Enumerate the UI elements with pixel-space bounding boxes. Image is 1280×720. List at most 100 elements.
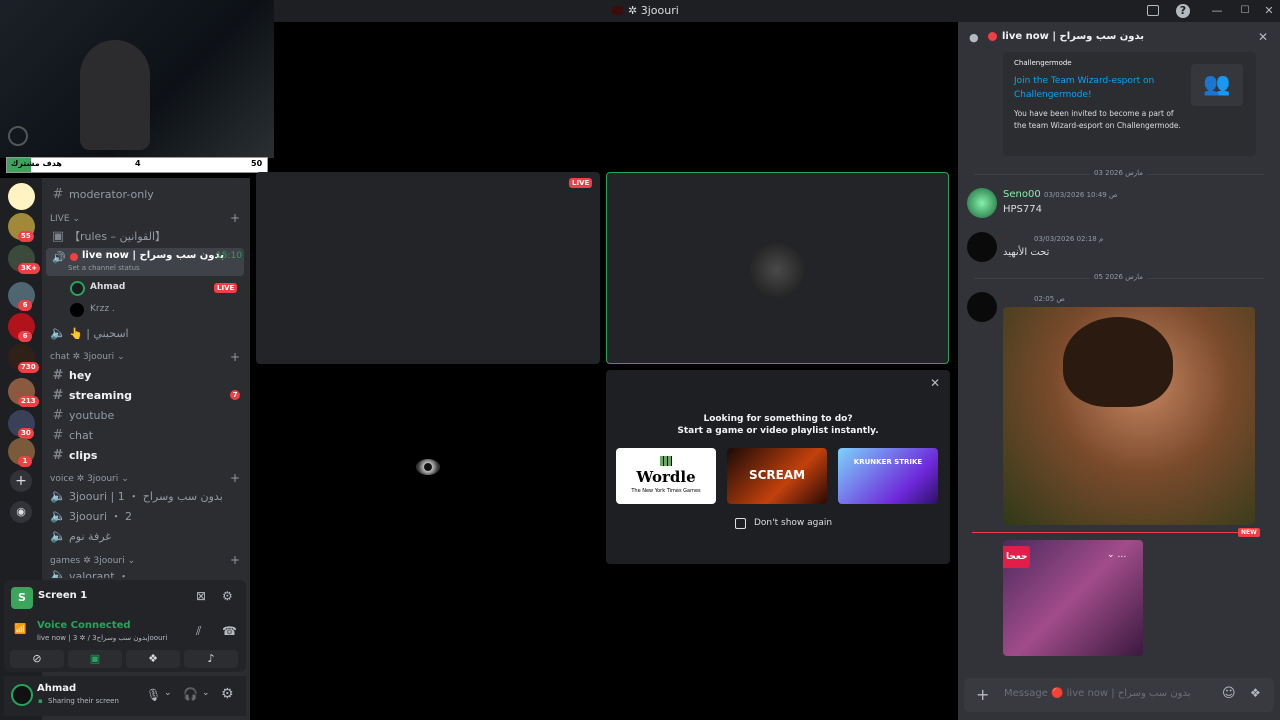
channel-chat[interactable]: # chat <box>50 425 246 445</box>
voice-channel-clap[interactable]: 🔈 👆 | اسحبني <box>50 323 246 343</box>
channel-label: youtube <box>69 408 115 422</box>
user-name: Krzz . <box>90 304 115 314</box>
add-server-icon[interactable]: + <box>10 470 32 492</box>
hash-icon: # <box>52 186 64 202</box>
activity-card-krunker[interactable]: KRUNKER STRIKE <box>838 448 938 504</box>
message-author[interactable]: · <box>1003 234 1006 245</box>
stream-tile-ahmad[interactable]: LIVE <box>256 172 600 364</box>
close-chat-icon[interactable]: ✕ <box>1258 30 1268 44</box>
screen-share-icon: S <box>11 587 33 609</box>
maximize-icon[interactable]: ☐ <box>1238 4 1252 18</box>
inbox-icon[interactable] <box>1147 5 1159 16</box>
microphone-icon[interactable]: 🎙 <box>146 688 161 702</box>
discover-icon[interactable]: ◉ <box>10 501 32 523</box>
channel-label: غرفة نوم <box>69 529 112 543</box>
stop-stream-icon[interactable]: ⊠ <box>196 589 206 603</box>
voice-tile-krzz[interactable] <box>256 370 600 564</box>
channel-label: 【rules – القوانين】 <box>69 230 167 243</box>
voice-channel-name[interactable]: live now | 3 ✲ / بدون سب وسراح3joouri <box>37 634 167 642</box>
speaker-icon: 🔈 <box>50 325 67 341</box>
message-timestamp: 03/03/2026 02:18 م <box>1034 235 1104 243</box>
gif-menu-icon[interactable]: ⌄ … <box>1107 550 1126 560</box>
set-status-link[interactable]: Set a channel status <box>68 264 140 272</box>
category-label: chat ✲ 3joouri <box>50 352 115 362</box>
add-channel-icon[interactable]: + <box>230 471 240 485</box>
card-title: SCREAM <box>748 468 806 482</box>
hash-icon: # <box>52 367 64 383</box>
voice-user-ahmad[interactable]: Ahmad LIVE <box>68 280 244 298</box>
close-window-icon[interactable]: ✕ <box>1262 4 1276 18</box>
add-channel-icon[interactable]: + <box>230 350 240 364</box>
message-author[interactable]: Seno00 <box>1003 189 1041 200</box>
avatar[interactable] <box>967 188 997 218</box>
category-label: games ✲ 3joouri <box>50 556 125 566</box>
noise-suppression-icon[interactable]: ⫽ <box>196 624 201 639</box>
voice-channel-2[interactable]: 🔈 3joouri ・ 2 <box>50 506 246 526</box>
channel-youtube[interactable]: # youtube <box>50 405 246 425</box>
channel-valorant[interactable]: 🔈 valorant ・ <box>50 568 246 578</box>
channel-clips[interactable]: # clips <box>50 445 246 465</box>
server-mention-badge: 6 <box>18 300 32 311</box>
close-icon[interactable]: ✕ <box>930 376 940 390</box>
eye-avatar-icon <box>416 459 440 475</box>
category-chat[interactable]: chat ✲ 3joouri ⌄ <box>50 352 125 362</box>
channel-label: hey <box>69 368 92 382</box>
stream-settings-icon[interactable]: ⚙ <box>222 589 233 603</box>
date-divider-label: 05 مارس 2026 <box>1090 273 1148 281</box>
message-author[interactable]: · <box>1003 294 1006 305</box>
server-mention-badge: 6 <box>18 331 32 342</box>
embed-title-link[interactable]: Join the Team Wizard-esport on Challenge… <box>1014 74 1174 102</box>
channel-label: streaming <box>69 388 133 402</box>
new-messages-line <box>972 532 1248 533</box>
channel-moderator-only[interactable]: # moderator-only <box>50 184 246 204</box>
voice-tile-speaking[interactable] <box>606 172 949 364</box>
activity-card-wordle[interactable]: Wordle The New York Times Games <box>616 448 716 504</box>
image-attachment[interactable] <box>1003 307 1255 525</box>
avatar[interactable] <box>967 292 997 322</box>
voice-status[interactable]: Voice Connected <box>37 620 131 631</box>
channel-label: chat <box>69 428 94 442</box>
add-channel-icon[interactable]: + <box>230 553 240 567</box>
message-composer[interactable]: + Message 🔴 live now | بدون سب وسراح ☺ ❖ <box>964 678 1274 712</box>
avatar[interactable] <box>967 232 997 262</box>
channel-rules[interactable]: ▣ 【rules – القوانين】 <box>50 226 246 246</box>
add-attachment-icon[interactable]: + <box>976 685 989 704</box>
composer-placeholder[interactable]: Message 🔴 live now | بدون سب وسراح <box>1004 688 1191 699</box>
voice-user-krzz[interactable]: Krzz . <box>68 302 244 318</box>
apps-icon[interactable]: ❖ <box>1250 686 1261 700</box>
category-live[interactable]: LIVE ⌄ <box>50 214 80 224</box>
dont-show-checkbox[interactable] <box>735 518 746 529</box>
activity-card-scream[interactable]: SCREAM <box>727 448 827 504</box>
category-games[interactable]: games ✲ 3joouri ⌄ <box>50 556 135 566</box>
help-icon[interactable]: ? <box>1176 4 1190 18</box>
soundboard-button[interactable]: ♪ <box>184 650 238 668</box>
screen-share-button[interactable]: ▣ <box>68 650 122 668</box>
voice-channel-1[interactable]: 🔈 3joouri | 1 ・ بدون سب وسراح <box>50 486 246 506</box>
channel-hey[interactable]: # hey <box>50 365 246 385</box>
signal-icon[interactable]: 📶 <box>14 624 26 635</box>
category-voice[interactable]: voice ✲ 3joouri ⌄ <box>50 474 129 484</box>
speaker-icon: 🔊 <box>52 251 66 264</box>
user-name[interactable]: Ahmad <box>37 683 76 694</box>
activities-button[interactable]: ❖ <box>126 650 180 668</box>
dont-show-label[interactable]: Don't show again <box>754 518 832 528</box>
channel-streaming[interactable]: # streaming 7 <box>50 385 246 405</box>
server-mention-badge: 3K+ <box>18 263 41 274</box>
emoji-icon[interactable]: ☺ <box>1222 686 1236 701</box>
add-channel-icon[interactable]: + <box>230 211 240 225</box>
disconnect-icon[interactable]: ☎ <box>222 624 237 638</box>
server-icon-0[interactable] <box>8 183 35 210</box>
minimize-icon[interactable]: — <box>1210 4 1224 18</box>
camera-toggle-button[interactable]: ⊘ <box>10 650 64 668</box>
chevron-down-icon[interactable]: ⌄ <box>164 688 172 698</box>
embed-provider: Challengermode <box>1014 59 1072 67</box>
live-badge: LIVE <box>214 283 238 293</box>
voice-channel-bedroom[interactable]: 🔈 غرفة نوم <box>50 526 246 546</box>
headphones-icon[interactable]: 🎧 <box>183 687 198 701</box>
voice-channel-live-now[interactable]: 🔊 live now | بدون سب وسراح 15:10 Set a c… <box>46 248 244 276</box>
speaker-icon: 🔈 <box>50 508 67 524</box>
chevron-down-icon[interactable]: ⌄ <box>202 688 210 698</box>
settings-gear-icon[interactable]: ⚙ <box>221 686 234 702</box>
avatar[interactable] <box>11 684 33 706</box>
gif-attachment[interactable]: حعحا ⌄ … <box>1003 540 1143 656</box>
